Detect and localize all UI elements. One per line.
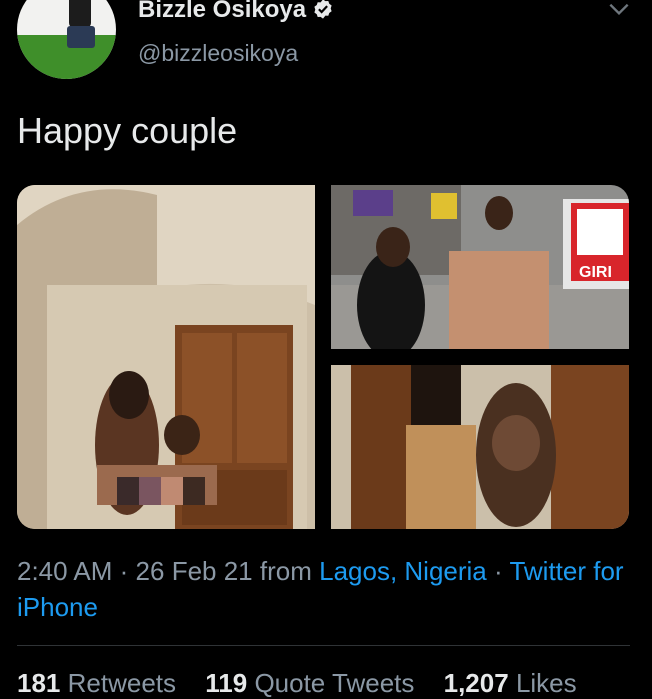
meta-separator-2: · xyxy=(494,556,503,586)
verified-badge-icon xyxy=(314,0,332,19)
stats-divider xyxy=(17,645,630,646)
retweets-label: Retweets xyxy=(67,668,177,698)
quotes-label: Quote Tweets xyxy=(254,668,415,698)
tweet-time[interactable]: 2:40 AM xyxy=(17,556,112,586)
tweet-stats: 181 Retweets 119 Quote Tweets 1,207 Like… xyxy=(17,668,599,699)
meta-separator: · xyxy=(119,556,129,586)
tweet-date[interactable]: 26 Feb 21 xyxy=(136,556,253,586)
likes-label: Likes xyxy=(515,668,577,698)
avatar-person xyxy=(69,0,91,28)
photo-1[interactable] xyxy=(17,185,315,529)
chevron-down-icon[interactable] xyxy=(606,0,632,22)
retweets-count: 181 xyxy=(17,668,61,698)
author-name[interactable]: Bizzle Osikoya xyxy=(138,0,334,24)
avatar-person-legs xyxy=(67,26,95,48)
tweet-meta: 2:40 AM · 26 Feb 21 from Lagos, Nigeria … xyxy=(17,553,632,625)
quotes-count: 119 xyxy=(205,668,248,698)
likes-stat[interactable]: 1,207 Likes xyxy=(444,668,577,698)
retweets-stat[interactable]: 181 Retweets xyxy=(17,668,176,698)
quotes-stat[interactable]: 119 Quote Tweets xyxy=(205,668,414,698)
store-sign-text: GIRI xyxy=(579,264,612,281)
author-name-text[interactable]: Bizzle Osikoya xyxy=(138,0,306,23)
author-avatar[interactable] xyxy=(17,0,116,79)
photo-3[interactable] xyxy=(331,365,629,529)
likes-count: 1,207 xyxy=(443,668,509,698)
location-link[interactable]: Lagos, Nigeria xyxy=(319,556,487,586)
author-handle[interactable]: @bizzleosikoya xyxy=(138,40,298,67)
photo-2[interactable]: GIRI xyxy=(331,185,629,349)
from-label: from xyxy=(259,556,312,586)
tweet-media-grid: GIRI xyxy=(17,185,629,529)
tweet-text: Happy couple xyxy=(17,110,238,151)
